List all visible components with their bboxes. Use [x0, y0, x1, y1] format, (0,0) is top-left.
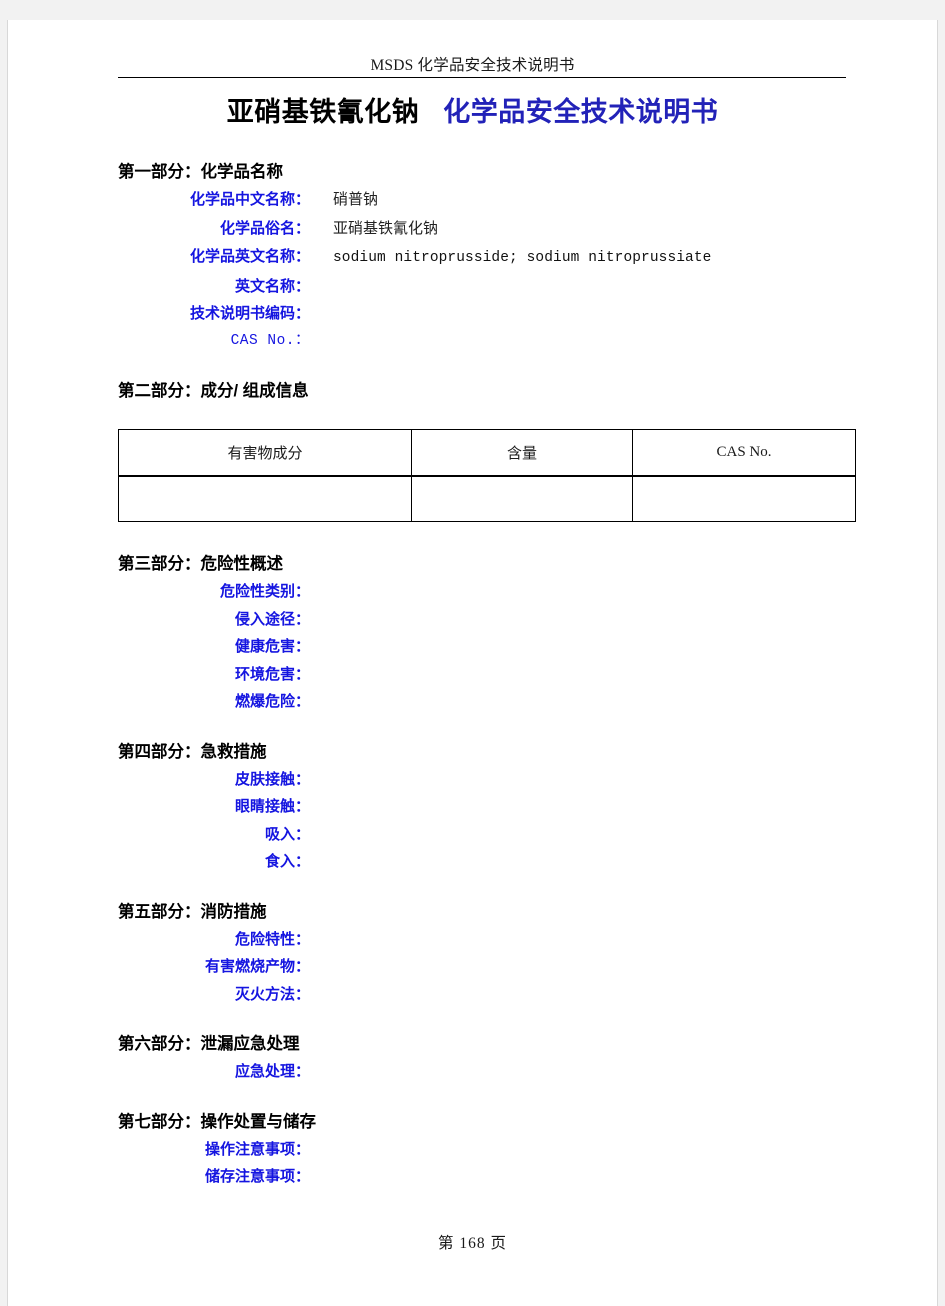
- title-substance-name: 亚硝基铁氰化钠: [226, 97, 420, 127]
- section-fire-fighting: 第五部分：消防措施 危险特性： 有害燃烧产物： 灭火方法：: [118, 900, 848, 1009]
- section-heading: 第一部分：化学品名称: [118, 163, 283, 181]
- header-divider: [118, 77, 846, 78]
- field-row: 操作注意事项：: [118, 1136, 848, 1164]
- field-row: 健康危害：: [118, 633, 848, 661]
- section-heading: 第三部分：危险性概述: [118, 555, 283, 573]
- field-label-emergency-response: 应急处理：: [234, 1063, 310, 1080]
- section-chemical-name: 第一部分：化学品名称 化学品中文名称： 硝普钠 化学品俗名： 亚硝基铁氰化钠 化…: [118, 160, 848, 355]
- field-row: 皮肤接触：: [118, 766, 848, 794]
- table-cell-cas-number: [632, 475, 856, 522]
- field-label-chinese-name: 化学品中文名称：: [189, 191, 310, 208]
- table-cell-hazardous-component: [118, 475, 412, 522]
- field-label-english-chemical-name: 化学品英文名称：: [189, 248, 310, 265]
- field-value-common-name: 亚硝基铁氰化钠: [333, 220, 439, 237]
- field-label-health-hazard: 健康危害：: [234, 638, 310, 655]
- section-heading: 第二部分：成分/ 组成信息: [118, 382, 309, 400]
- field-label-hazard-characteristics: 危险特性：: [234, 930, 310, 948]
- section-handling-and-storage: 第七部分：操作处置与储存 操作注意事项： 储存注意事项：: [118, 1110, 848, 1191]
- field-row: 危险性类别：: [118, 578, 848, 606]
- section-first-aid: 第四部分：急救措施 皮肤接触： 眼睛接触： 吸入： 食入：: [118, 740, 848, 876]
- section-heading: 第七部分：操作处置与储存: [118, 1112, 316, 1131]
- field-row: 眼睛接触：: [118, 793, 848, 821]
- field-label-datasheet-code: 技术说明书编码：: [189, 305, 310, 322]
- table-header-content: 含量: [411, 429, 633, 477]
- title-document-type: 化学品安全技术说明书: [443, 97, 719, 127]
- field-label-hazardous-combustion-products: 有害燃烧产物：: [204, 958, 310, 975]
- field-label-inhalation: 吸入：: [264, 825, 310, 843]
- field-label-english-name: 英文名称：: [234, 277, 310, 295]
- section-hazards-overview: 第三部分：危险性概述 危险性类别： 侵入途径： 健康危害： 环境危害： 燃爆危险…: [118, 552, 848, 716]
- running-head: MSDS 化学品安全技术说明书: [370, 57, 575, 74]
- table-header-hazardous-component: 有害物成分: [118, 429, 412, 477]
- field-value-english-chemical-name: sodium nitroprusside; sodium nitroprussi…: [333, 250, 712, 266]
- field-row: 危险特性：: [118, 926, 848, 954]
- section-heading: 第五部分：消防措施: [118, 902, 267, 921]
- field-row: CAS No.：: [118, 328, 848, 356]
- field-label-eye-contact: 眼睛接触：: [234, 798, 310, 815]
- field-label-environmental-hazard: 环境危害：: [234, 665, 310, 683]
- section-accidental-release: 第六部分：泄漏应急处理 应急处理：: [118, 1032, 848, 1086]
- field-row: 化学品俗名： 亚硝基铁氰化钠: [118, 215, 848, 244]
- section-heading: 第四部分：急救措施: [118, 742, 267, 761]
- table-cell-content: [411, 475, 633, 522]
- field-label-route-of-entry: 侵入途径：: [234, 610, 310, 628]
- field-label-storage-precautions: 储存注意事项：: [204, 1168, 310, 1185]
- field-row: 侵入途径：: [118, 606, 848, 634]
- field-row: 灭火方法：: [118, 981, 848, 1009]
- field-label-hazard-category: 危险性类别：: [219, 583, 310, 600]
- field-row: 燃爆危险：: [118, 688, 848, 716]
- field-label-cas-number: CAS No.：: [230, 332, 310, 349]
- section-heading: 第六部分：泄漏应急处理: [118, 1035, 300, 1053]
- field-value-chinese-name: 硝普钠: [333, 192, 379, 208]
- field-label-common-name: 化学品俗名：: [219, 219, 310, 237]
- field-label-explosion-hazard: 燃爆危险：: [234, 693, 310, 710]
- field-row: 英文名称：: [118, 273, 848, 301]
- field-row: 环境危害：: [118, 661, 848, 689]
- table-header-row: 有害物成分 含量 CAS No.: [118, 429, 856, 477]
- section-composition-info: 第二部分：成分/ 组成信息 有害物成分 含量 CAS No.: [118, 379, 856, 522]
- field-row: 化学品英文名称： sodium nitroprusside; sodium ni…: [118, 243, 848, 273]
- field-label-handling-precautions: 操作注意事项：: [204, 1140, 310, 1158]
- field-label-ingestion: 食入：: [264, 853, 310, 870]
- field-label-extinguishing-methods: 灭火方法：: [234, 985, 310, 1003]
- field-row: 应急处理：: [118, 1058, 848, 1086]
- page-title: 亚硝基铁氰化钠 化学品安全技术说明书: [8, 90, 937, 129]
- field-row: 技术说明书编码：: [118, 300, 848, 328]
- page-number-footer: 第 168 页: [437, 1235, 507, 1252]
- field-label-skin-contact: 皮肤接触：: [234, 770, 310, 788]
- table-header-cas-number: CAS No.: [632, 429, 856, 477]
- field-row: 化学品中文名称： 硝普钠: [118, 186, 848, 215]
- table-row: [118, 475, 856, 522]
- field-row: 吸入：: [118, 821, 848, 849]
- document-page: MSDS 化学品安全技术说明书 亚硝基铁氰化钠 化学品安全技术说明书 第一部分：…: [7, 20, 938, 1306]
- field-row: 有害燃烧产物：: [118, 953, 848, 981]
- composition-table: 有害物成分 含量 CAS No.: [118, 429, 856, 522]
- field-row: 储存注意事项：: [118, 1163, 848, 1191]
- field-row: 食入：: [118, 848, 848, 876]
- document-body: 第一部分：化学品名称 化学品中文名称： 硝普钠 化学品俗名： 亚硝基铁氰化钠 化…: [118, 160, 856, 1191]
